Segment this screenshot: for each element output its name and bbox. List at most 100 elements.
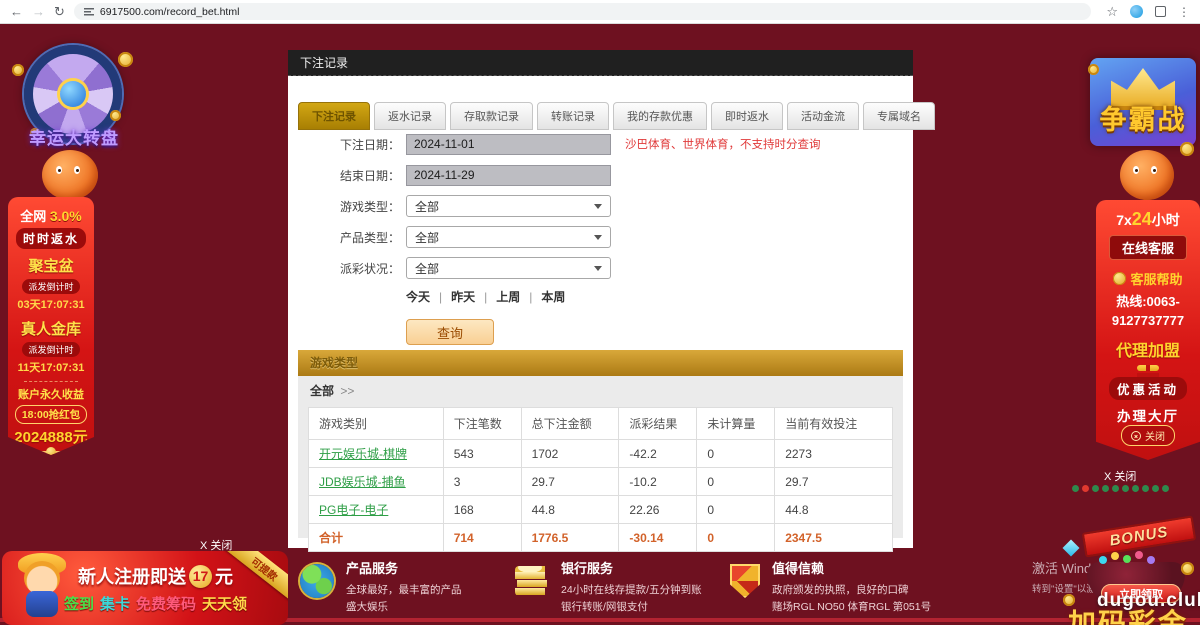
quick-link-last-week[interactable]: 上周 [496,288,541,305]
shield-icon [730,564,760,598]
globe-icon [300,564,334,598]
bookmark-star-icon[interactable]: ☆ [1106,4,1118,20]
service-help-link[interactable]: 客服帮助 [1113,269,1182,288]
tab-deposit-promos[interactable]: 我的存款优惠 [613,102,707,130]
coin-icon [1181,562,1194,575]
tab-exclusive-domain[interactable]: 专属域名 [863,102,935,130]
back-button[interactable]: ← [10,5,23,18]
online-service-button[interactable]: 在线客服 [1109,235,1187,260]
lucky-wheel-title[interactable]: 幸运大转盘 [0,124,148,149]
mascot-hero-face [24,561,60,595]
quick-link-yesterday[interactable]: 昨天 [451,288,496,305]
left-banner-close-button[interactable]: 关闭 [24,453,78,474]
tab-deposit-withdraw-records[interactable]: 存取款记录 [450,102,533,130]
start-date-input[interactable] [406,134,611,155]
site-info-icon[interactable] [84,7,94,16]
sub-word: 签到 [64,593,94,614]
gem-icon [1111,552,1119,560]
col-payout-result: 派彩结果 [619,408,697,440]
filter-all-link[interactable]: 全部 [310,384,334,398]
tab-rebate-records[interactable]: 返水记录 [374,102,446,130]
sports-query-note: 沙巴体育、世界体育，不支持时分查询 [625,136,895,152]
carousel-dot[interactable] [1082,485,1089,492]
forward-button[interactable]: → [32,5,45,18]
battle-event-title[interactable]: 争霸战 [1082,98,1200,137]
mascot-hero-body [26,591,58,617]
dragon-mascot-left [42,150,98,200]
carousel-dot[interactable] [1112,485,1119,492]
carousel-dot[interactable] [1092,485,1099,492]
col-total-bet: 总下注金额 [521,408,619,440]
tab-transfer-records[interactable]: 转账记录 [537,102,609,130]
filter-row: 全部 >> [298,376,903,405]
url-bar[interactable]: 6917500.com/record_bet.html [74,3,1091,20]
promo-amount: 2024888元 [14,426,87,447]
right-bottom-close-button[interactable]: X 关闭 [1104,468,1136,484]
tab-instant-rebate[interactable]: 即时返水 [711,102,783,130]
footer-line: 全球最好，最丰富的产品 [346,582,462,599]
game-type-value: 全部 [415,198,439,215]
carousel-dot[interactable] [1072,485,1079,492]
game-type-select[interactable]: 全部 [406,195,611,217]
dragon-mascot-right [1120,150,1174,200]
sub-word: 天天领 [202,593,247,614]
reload-button[interactable]: ↻ [54,5,65,18]
product-type-label: 产品类型： [328,229,400,246]
carousel-dot[interactable] [1152,485,1159,492]
query-button[interactable]: 查询 [406,319,494,345]
hotline-prefix: 热线:0063- [1116,291,1180,310]
cell-uncounted: 0 [697,496,775,524]
footer-products: 产品服务 全球最好，最丰富的产品 盛大娱乐 [300,558,515,616]
cell-valid: 29.7 [775,468,893,496]
agent-join-link[interactable]: 代理加盟 [1116,337,1180,361]
product-type-select[interactable]: 全部 [406,226,611,248]
cell-valid: 2347.5 [775,524,893,552]
hours-value: 24 [1132,209,1152,229]
carousel-dot[interactable] [1142,485,1149,492]
cell-bets: 543 [443,440,521,468]
table-total-row: 合计 714 1776.5 -30.14 0 2347.5 [309,524,893,552]
close-label: 关闭 [48,456,68,471]
game-link-kaiyuan[interactable]: 开元娱乐城-棋牌 [319,447,407,461]
sub-word: 免费筹码 [136,593,196,614]
game-link-jdb[interactable]: JDB娱乐城-捕鱼 [319,475,406,489]
new-user-promo-banner[interactable]: 新人注册即送 17 元 签到 集卡 免费筹码 天天领 可提款 [2,551,288,625]
promo-activity-label[interactable]: 优惠活动 [1109,377,1187,400]
col-valid-bet: 当前有效投注 [775,408,893,440]
game-type-section-header: 游戏类型 [298,350,903,376]
countdown-label: 派发倒计时 [22,342,79,357]
globe-extension-icon[interactable] [1130,5,1143,18]
treasure-pot-title: 聚宝盆 [28,255,73,276]
menu-dots-icon[interactable]: ⋮ [1178,5,1190,19]
carousel-dot[interactable] [1122,485,1129,492]
table-row: JDB娱乐城-捕鱼 3 29.7 -10.2 0 29.7 [309,468,893,496]
right-banner-close-button[interactable]: 关闭 [1121,425,1175,446]
chevron-down-icon [594,204,602,209]
tab-activity-flow[interactable]: 活动金流 [787,102,859,130]
carousel-dot[interactable] [1162,485,1169,492]
table-header-row: 游戏类别 下注笔数 总下注金额 派彩结果 未计算量 当前有效投注 [309,408,893,440]
coin-icon [110,110,121,121]
carousel-dot[interactable] [1102,485,1109,492]
quick-link-today[interactable]: 今天 [406,288,451,305]
right-service-banner[interactable]: 7x24小时 在线客服 客服帮助 热线:0063- 9127737777 代理加… [1096,200,1200,460]
close-label: 关闭 [1145,428,1165,443]
payout-status-select[interactable]: 全部 [406,257,611,279]
diamond-icon [1063,540,1080,557]
extensions-icon[interactable] [1155,6,1166,17]
footer-banking: 银行服务 24小时在线存提款/五分钟到账 银行转账/网银支付 [515,558,730,616]
bonus-promo-banner[interactable]: BONUS 立即领取 加码彩金 dugou.club [1055,500,1200,625]
end-date-input[interactable] [406,165,611,186]
product-type-value: 全部 [415,229,439,246]
hours-suffix: 小时 [1152,212,1180,228]
headline-suffix: 元 [215,563,233,589]
quick-link-this-week[interactable]: 本周 [541,288,565,305]
left-promo-banner[interactable]: 全网 3.0% 时时返水 聚宝盆 派发倒计时 03天17:07:31 真人金库 … [8,197,94,455]
game-link-pg[interactable]: PG电子-电子 [319,503,388,517]
payout-status-value: 全部 [415,260,439,277]
carousel-dot[interactable] [1132,485,1139,492]
tab-bet-records[interactable]: 下注记录 [298,102,370,130]
gift-icon [1137,365,1159,371]
service-hours: 7x24小时 [1116,209,1180,230]
site-footer: 产品服务 全球最好，最丰富的产品 盛大娱乐 银行服务 24小时在线存提款/五分钟… [300,558,1010,616]
